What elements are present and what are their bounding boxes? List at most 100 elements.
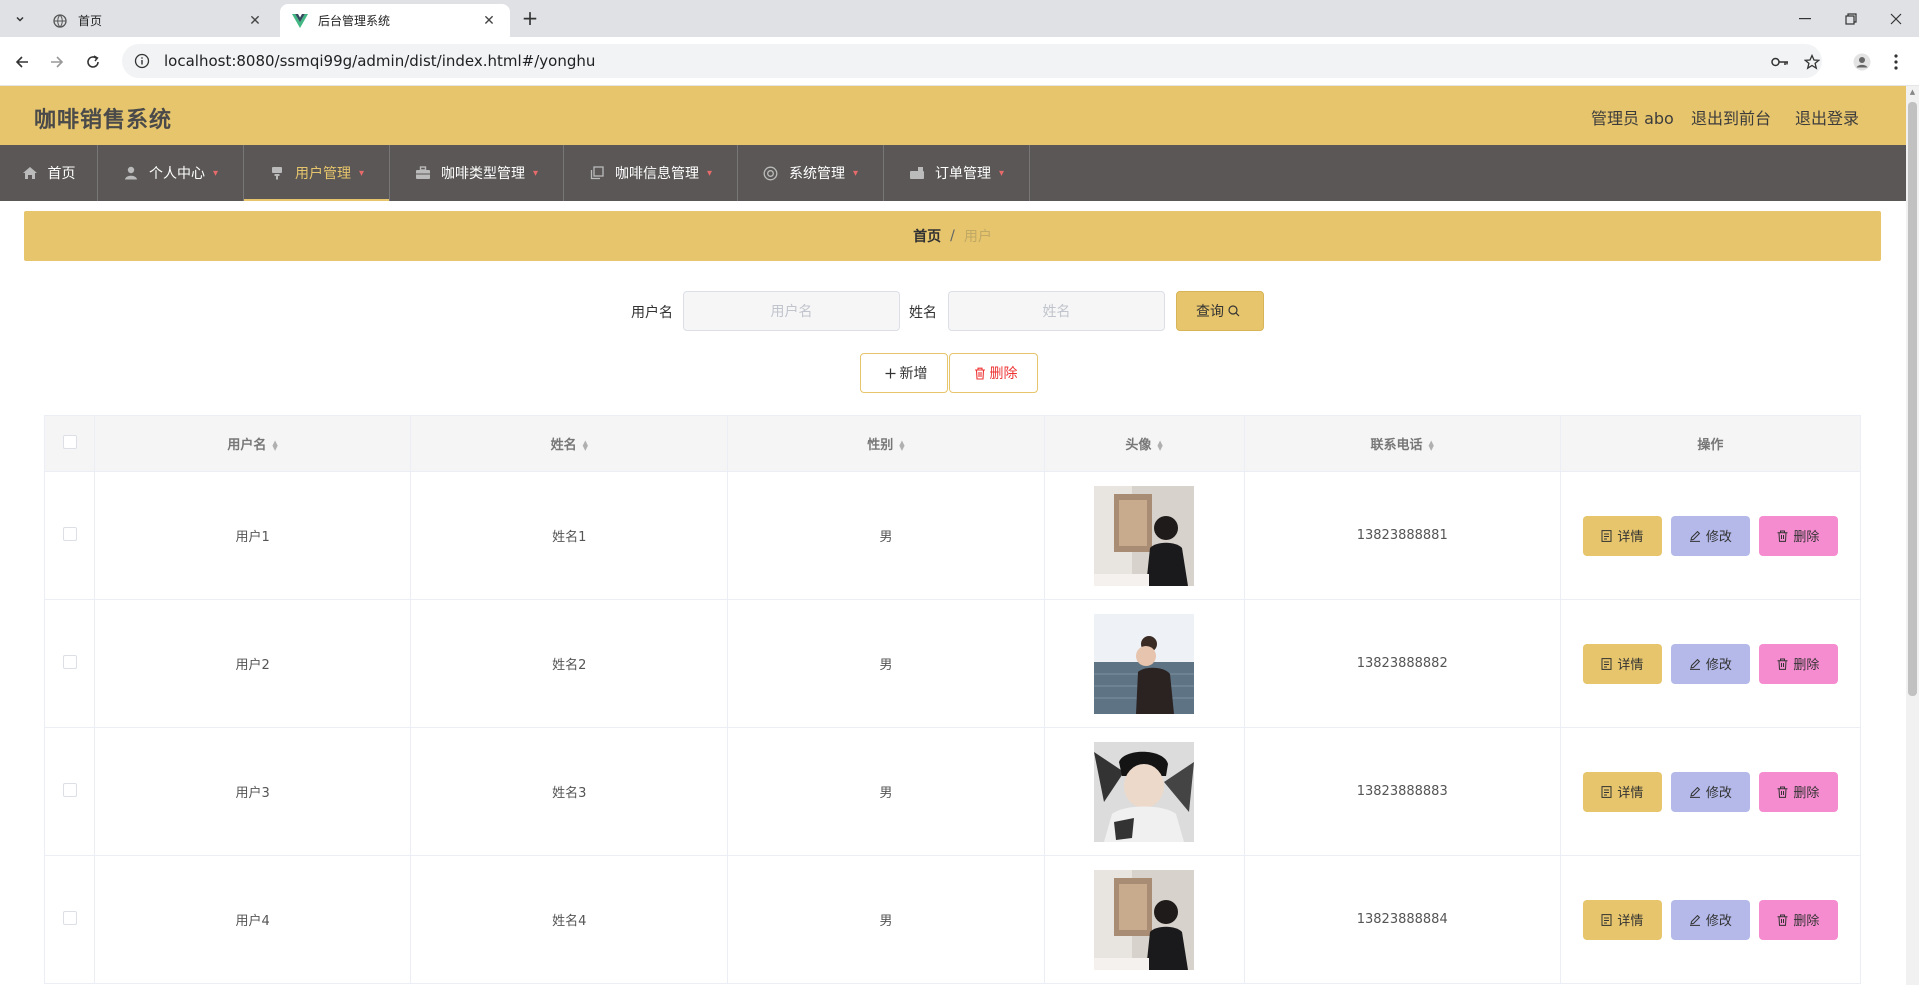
column-header-avatar[interactable]: 头像 ▲ ▼ bbox=[1043, 415, 1245, 472]
trash-icon bbox=[1777, 658, 1788, 670]
nav-item-label: 首页 bbox=[47, 166, 76, 182]
browser-tab-home[interactable]: 首页 ✕ bbox=[40, 4, 276, 37]
gender-cell: 男 bbox=[727, 471, 1045, 600]
browser-tab-admin[interactable]: 后台管理系统 ✕ bbox=[280, 4, 510, 37]
forward-icon[interactable] bbox=[44, 49, 70, 75]
row-checkbox[interactable] bbox=[62, 654, 77, 669]
batch-delete-button[interactable]: 删除 bbox=[949, 353, 1038, 393]
nav-item-personal-center[interactable]: 个人中心 ▾ bbox=[98, 145, 244, 201]
nav-item-home[interactable]: 首页 bbox=[0, 145, 98, 201]
table-row: 用户1 姓名1 男 13823888881 详情 修改 删除 bbox=[43, 471, 1862, 600]
breadcrumb-home-link[interactable]: 首页 bbox=[913, 226, 941, 246]
delete-button-label: 删除 bbox=[1793, 530, 1820, 545]
nav-item-coffee-info-management[interactable]: 咖啡信息管理 ▾ bbox=[564, 145, 738, 201]
logout-link[interactable]: 退出登录 bbox=[1795, 105, 1859, 129]
add-button-label: 新增 bbox=[899, 366, 928, 382]
edit-button[interactable]: 修改 bbox=[1670, 515, 1750, 556]
edit-pencil-icon bbox=[1689, 658, 1701, 670]
restore-icon[interactable] bbox=[1828, 0, 1874, 37]
column-header-label: 操作 bbox=[1697, 438, 1724, 453]
add-button[interactable]: 新增 bbox=[860, 353, 948, 393]
detail-button[interactable]: 详情 bbox=[1582, 899, 1662, 940]
column-header-phone[interactable]: 联系电话 ▲ ▼ bbox=[1243, 415, 1561, 472]
avatar[interactable] bbox=[1094, 613, 1195, 714]
nav-item-label: 订单管理 bbox=[934, 166, 991, 182]
detail-button-label: 详情 bbox=[1617, 914, 1644, 929]
sort-icon[interactable]: ▲ ▼ bbox=[583, 439, 588, 451]
tab-search-chevron-icon[interactable] bbox=[8, 8, 32, 30]
nav-item-label: 咖啡信息管理 bbox=[614, 166, 699, 182]
url-field[interactable]: localhost:8080/ssmqi99g/admin/dist/index… bbox=[122, 44, 1822, 78]
delete-button[interactable]: 删除 bbox=[1758, 515, 1838, 556]
avatar-cell bbox=[1043, 727, 1245, 856]
new-tab-icon[interactable]: + bbox=[518, 8, 542, 30]
delete-button[interactable]: 删除 bbox=[1758, 643, 1838, 684]
edit-button[interactable]: 修改 bbox=[1670, 643, 1750, 684]
avatar[interactable] bbox=[1094, 869, 1195, 970]
scrollbar-thumb[interactable] bbox=[1908, 102, 1917, 696]
name-search-label: 姓名 bbox=[909, 305, 937, 321]
table-row: 用户2 姓名2 男 13823888882 详情 修改 删除 bbox=[43, 599, 1862, 728]
column-header-label: 姓名 bbox=[550, 438, 577, 453]
row-checkbox[interactable] bbox=[62, 782, 77, 797]
close-icon[interactable]: ✕ bbox=[246, 12, 264, 30]
edit-button-label: 修改 bbox=[1705, 530, 1732, 545]
column-header-gender[interactable]: 性别 ▲ ▼ bbox=[727, 415, 1045, 472]
detail-button[interactable]: 详情 bbox=[1582, 515, 1662, 556]
nav-item-system-management[interactable]: 系统管理 ▾ bbox=[738, 145, 884, 201]
reload-icon[interactable] bbox=[80, 49, 106, 75]
avatar-cell bbox=[1043, 599, 1245, 728]
back-icon[interactable] bbox=[9, 49, 35, 75]
edit-button[interactable]: 修改 bbox=[1670, 899, 1750, 940]
nav-item-user-management[interactable]: 用户管理 ▾ bbox=[244, 145, 390, 201]
content-panel: 用户名 姓名 查询 新增 删除 用户名 ▲▼ 姓名 ▲▼ 性别 ▲▼ 头像 ▲▼ 联系电… bbox=[24, 271, 1881, 985]
more-menu-icon[interactable] bbox=[1883, 49, 1909, 75]
profile-icon[interactable] bbox=[1849, 49, 1875, 75]
query-button[interactable]: 查询 bbox=[1176, 291, 1264, 331]
ops-cell: 详情 修改 删除 bbox=[1559, 855, 1862, 984]
sort-icon[interactable]: ▲ ▼ bbox=[1157, 439, 1162, 451]
site-info-icon[interactable] bbox=[134, 53, 150, 69]
sort-icon[interactable]: ▲ ▼ bbox=[899, 439, 904, 451]
column-header-name[interactable]: 姓名 ▲ ▼ bbox=[410, 415, 729, 472]
main-nav: 首页 个人中心 ▾ 用户管理 ▾ 咖啡类型管理 ▾ 咖啡信息管理 ▾ 系统管理 … bbox=[0, 145, 1906, 201]
edit-button[interactable]: 修改 bbox=[1670, 771, 1750, 812]
row-checkbox[interactable] bbox=[62, 910, 77, 925]
phone-cell: 13823888884 bbox=[1243, 855, 1561, 984]
nav-item-order-management[interactable]: 订单管理 ▾ bbox=[884, 145, 1030, 201]
delete-button[interactable]: 删除 bbox=[1758, 771, 1838, 812]
sort-icon[interactable]: ▲ ▼ bbox=[272, 439, 277, 451]
row-select-cell bbox=[43, 727, 96, 856]
document-icon bbox=[1601, 913, 1612, 926]
close-icon[interactable]: ✕ bbox=[480, 12, 498, 30]
phone-cell: 13823888882 bbox=[1243, 599, 1561, 728]
plus-icon bbox=[885, 368, 896, 379]
name-cell: 姓名3 bbox=[410, 727, 729, 856]
home-icon bbox=[22, 165, 38, 181]
bookmark-star-icon[interactable] bbox=[1799, 49, 1825, 75]
globe-icon bbox=[52, 13, 68, 29]
vue-logo-icon bbox=[292, 13, 308, 29]
select-all-checkbox[interactable] bbox=[62, 434, 77, 449]
nav-item-coffee-type-management[interactable]: 咖啡类型管理 ▾ bbox=[390, 145, 564, 201]
username-search-input[interactable] bbox=[683, 291, 900, 331]
sort-icon[interactable]: ▲ ▼ bbox=[1429, 439, 1434, 451]
avatar[interactable] bbox=[1094, 485, 1195, 586]
name-search-input[interactable] bbox=[948, 291, 1165, 331]
scroll-up-icon[interactable]: ▲ bbox=[1908, 88, 1917, 98]
window-close-icon[interactable] bbox=[1873, 0, 1919, 37]
detail-button[interactable]: 详情 bbox=[1582, 771, 1662, 812]
column-header-username[interactable]: 用户名 ▲ ▼ bbox=[94, 415, 412, 472]
detail-button[interactable]: 详情 bbox=[1582, 643, 1662, 684]
row-checkbox[interactable] bbox=[62, 526, 77, 541]
detail-button-label: 详情 bbox=[1617, 658, 1644, 673]
password-key-icon[interactable] bbox=[1767, 49, 1793, 75]
page-scrollbar[interactable]: ▲ bbox=[1906, 86, 1919, 985]
avatar-cell bbox=[1043, 855, 1245, 984]
avatar[interactable] bbox=[1094, 741, 1195, 842]
minimize-icon[interactable] bbox=[1782, 0, 1828, 37]
chevron-down-icon: ▾ bbox=[998, 167, 1005, 179]
detail-button-label: 详情 bbox=[1617, 786, 1644, 801]
exit-to-front-link[interactable]: 退出到前台 bbox=[1691, 105, 1771, 129]
delete-button[interactable]: 删除 bbox=[1758, 899, 1838, 940]
